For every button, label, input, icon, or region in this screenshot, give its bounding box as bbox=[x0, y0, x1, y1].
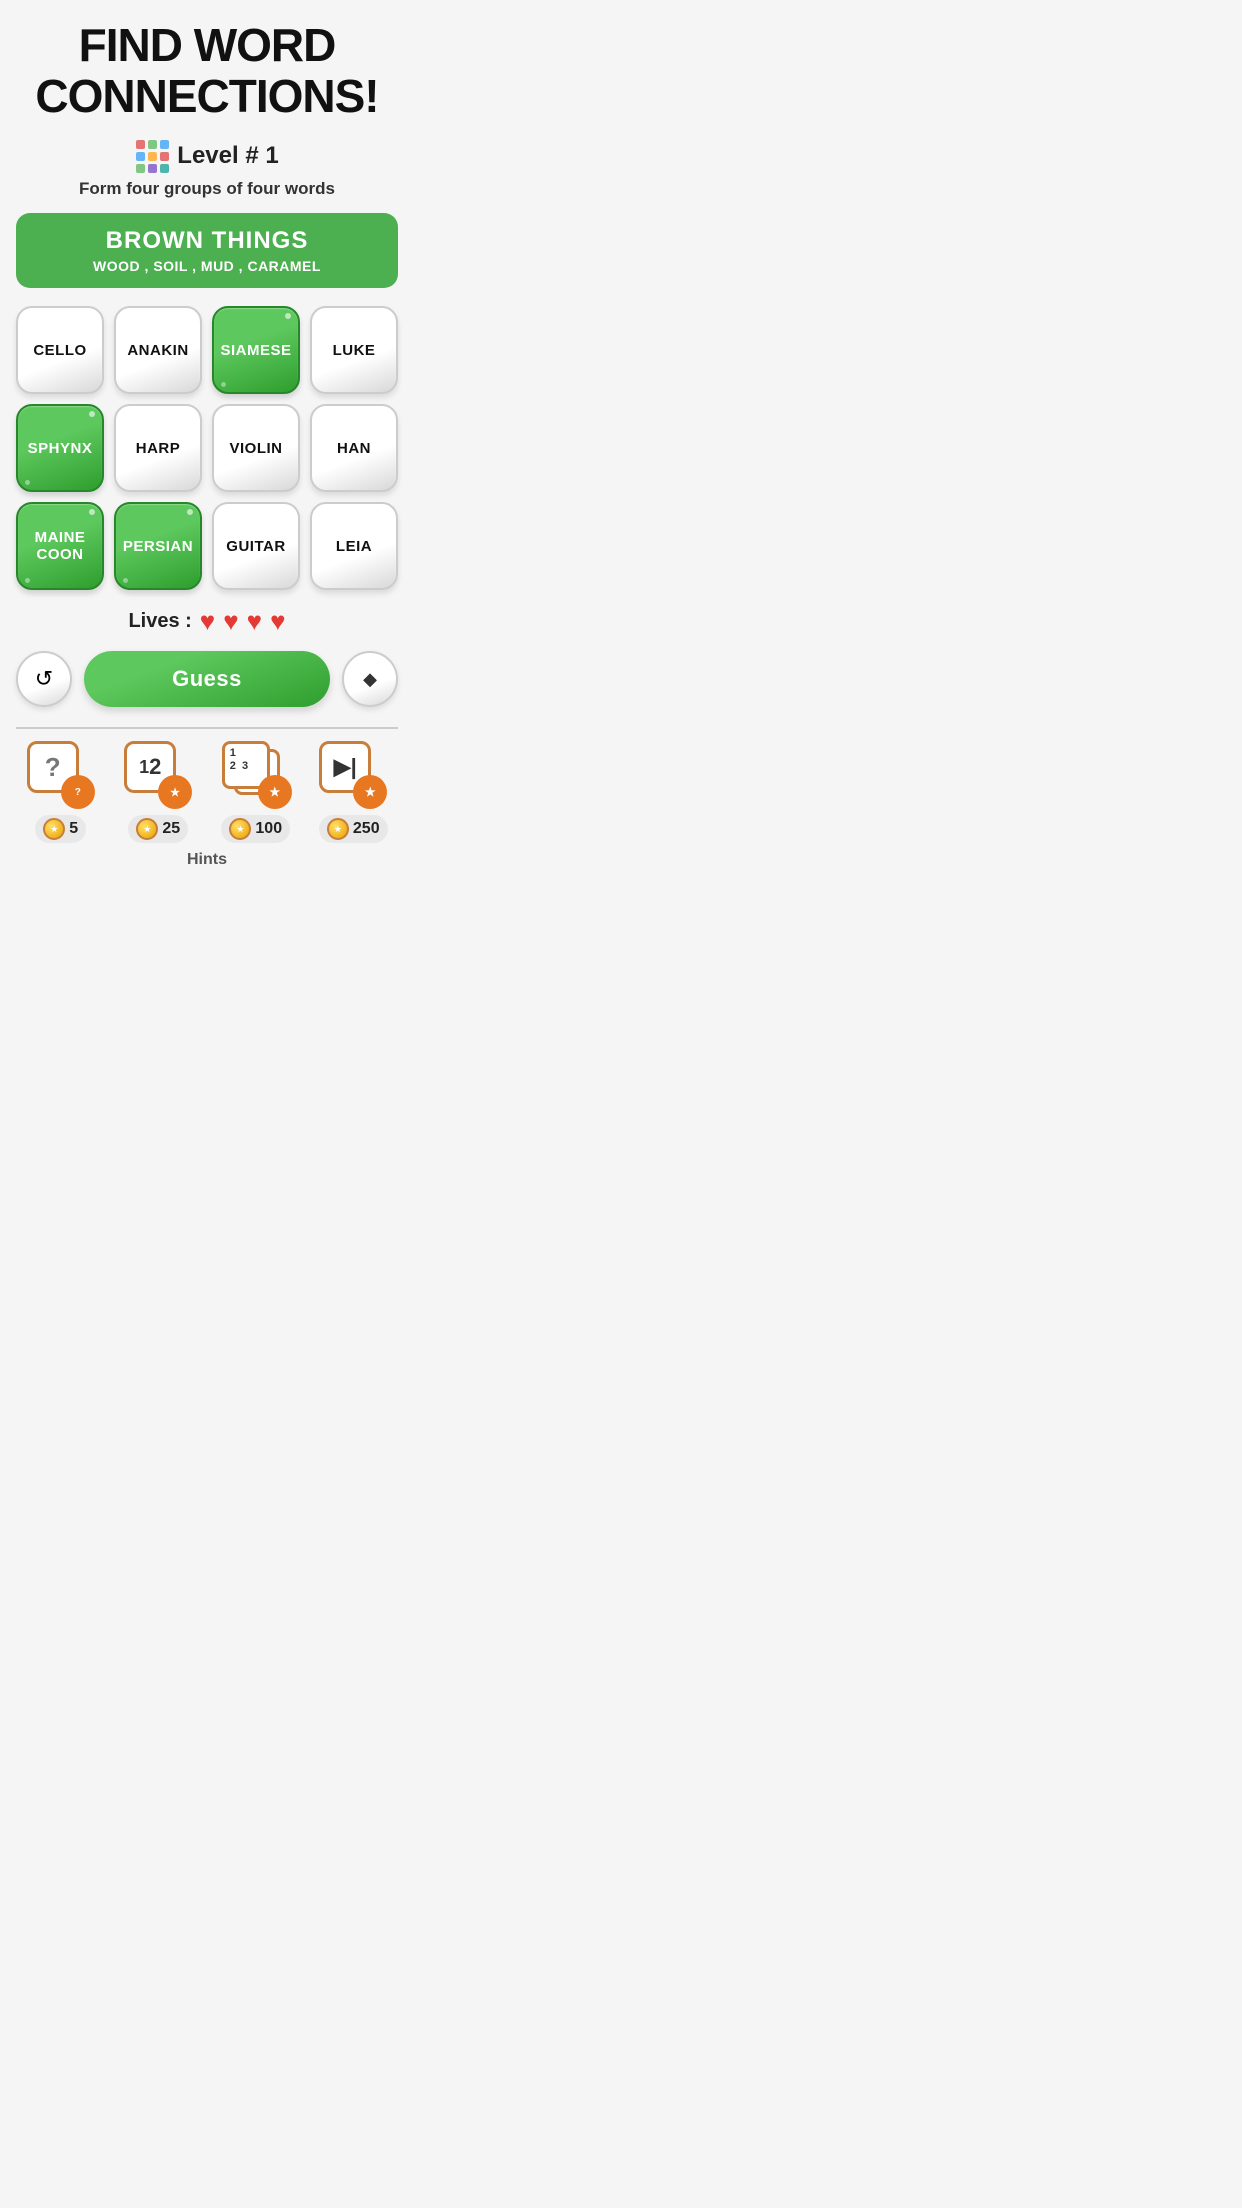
tile-violin[interactable]: VIOLIN bbox=[212, 404, 300, 492]
tile-siamese[interactable]: SIAMESE bbox=[212, 306, 300, 394]
heart-3: ♥ bbox=[247, 606, 262, 637]
game-subtitle: Form four groups of four words bbox=[79, 179, 335, 199]
page-title: FIND WORD CONNECTIONS! bbox=[35, 20, 378, 121]
lives-row: Lives : ♥ ♥ ♥ ♥ bbox=[128, 606, 285, 637]
tile-cello[interactable]: CELLO bbox=[16, 306, 104, 394]
svg-text:★: ★ bbox=[170, 787, 180, 799]
hint-play-icon: ▶| ★ bbox=[319, 741, 387, 809]
solved-group-title: BROWN THINGS bbox=[36, 227, 378, 255]
tile-harp[interactable]: HARP bbox=[114, 404, 202, 492]
hint-question-badge: ? bbox=[61, 775, 95, 809]
badge-icon: ★ bbox=[166, 783, 184, 801]
tile-sphynx[interactable]: SPHYNX bbox=[16, 404, 104, 492]
tile-guitar[interactable]: GUITAR bbox=[212, 502, 300, 590]
hints-section: ? ? ★ 5 12 ★ ★ bbox=[16, 727, 398, 869]
lives-label: Lives : bbox=[128, 610, 191, 633]
tile-leia[interactable]: LEIA bbox=[310, 502, 398, 590]
coin-icon: ★ bbox=[327, 818, 349, 840]
heart-2: ♥ bbox=[223, 606, 238, 637]
coin-icon: ★ bbox=[43, 818, 65, 840]
hint-12-badge: ★ bbox=[158, 775, 192, 809]
hint-12-icon: 12 ★ bbox=[124, 741, 192, 809]
shuffle-icon: ↺ bbox=[35, 666, 53, 692]
hint-question-icon: ? ? bbox=[27, 741, 95, 809]
hints-grid: ? ? ★ 5 12 ★ ★ bbox=[16, 741, 398, 843]
eraser-button[interactable]: ◆ bbox=[342, 651, 398, 707]
solved-group-words: WOOD , SOIL , MUD , CARAMEL bbox=[36, 258, 378, 274]
hint-3-cost: ★ 100 bbox=[221, 815, 290, 843]
hints-label: Hints bbox=[16, 851, 398, 869]
level-number: Level # 1 bbox=[177, 142, 278, 170]
hint-play-badge: ★ bbox=[353, 775, 387, 809]
hint-2-cost: ★ 25 bbox=[128, 815, 188, 843]
tile-luke[interactable]: LUKE bbox=[310, 306, 398, 394]
tile-persian[interactable]: PERSIAN bbox=[114, 502, 202, 590]
actions-row: ↺ Guess ◆ bbox=[16, 651, 398, 707]
tile-anakin[interactable]: ANAKIN bbox=[114, 306, 202, 394]
heart-1: ♥ bbox=[200, 606, 215, 637]
tile-han[interactable]: HAN bbox=[310, 404, 398, 492]
level-row: Level # 1 bbox=[135, 139, 278, 173]
hint-1-cost: ★ 5 bbox=[35, 815, 86, 843]
hint-123-badge: ★ bbox=[258, 775, 292, 809]
tiles-grid: CELLOANAKINSIAMESELUKE SPHYNXHARPVIOLINHA… bbox=[16, 306, 398, 590]
hint-question[interactable]: ? ? ★ 5 bbox=[16, 741, 106, 843]
hint-reveal-two[interactable]: 12 ★ ★ 25 bbox=[114, 741, 204, 843]
solved-banner: BROWN THINGS WOOD , SOIL , MUD , CARAMEL bbox=[16, 213, 398, 288]
hint-reveal-all[interactable]: 4 1 2 3 ★ ★ 100 bbox=[211, 741, 301, 843]
eraser-icon: ◆ bbox=[363, 669, 377, 690]
hint-skip[interactable]: ▶| ★ ★ 250 bbox=[309, 741, 399, 843]
coin-icon: ★ bbox=[136, 818, 158, 840]
level-icon bbox=[135, 139, 169, 173]
heart-4: ♥ bbox=[270, 606, 285, 637]
hint-4-cost: ★ 250 bbox=[319, 815, 388, 843]
shuffle-button[interactable]: ↺ bbox=[16, 651, 72, 707]
coin-icon: ★ bbox=[229, 818, 251, 840]
hint-123-icon: 4 1 2 3 ★ bbox=[220, 741, 292, 809]
guess-button[interactable]: Guess bbox=[84, 651, 330, 707]
tile-maine-coon[interactable]: MAINE COON bbox=[16, 502, 104, 590]
